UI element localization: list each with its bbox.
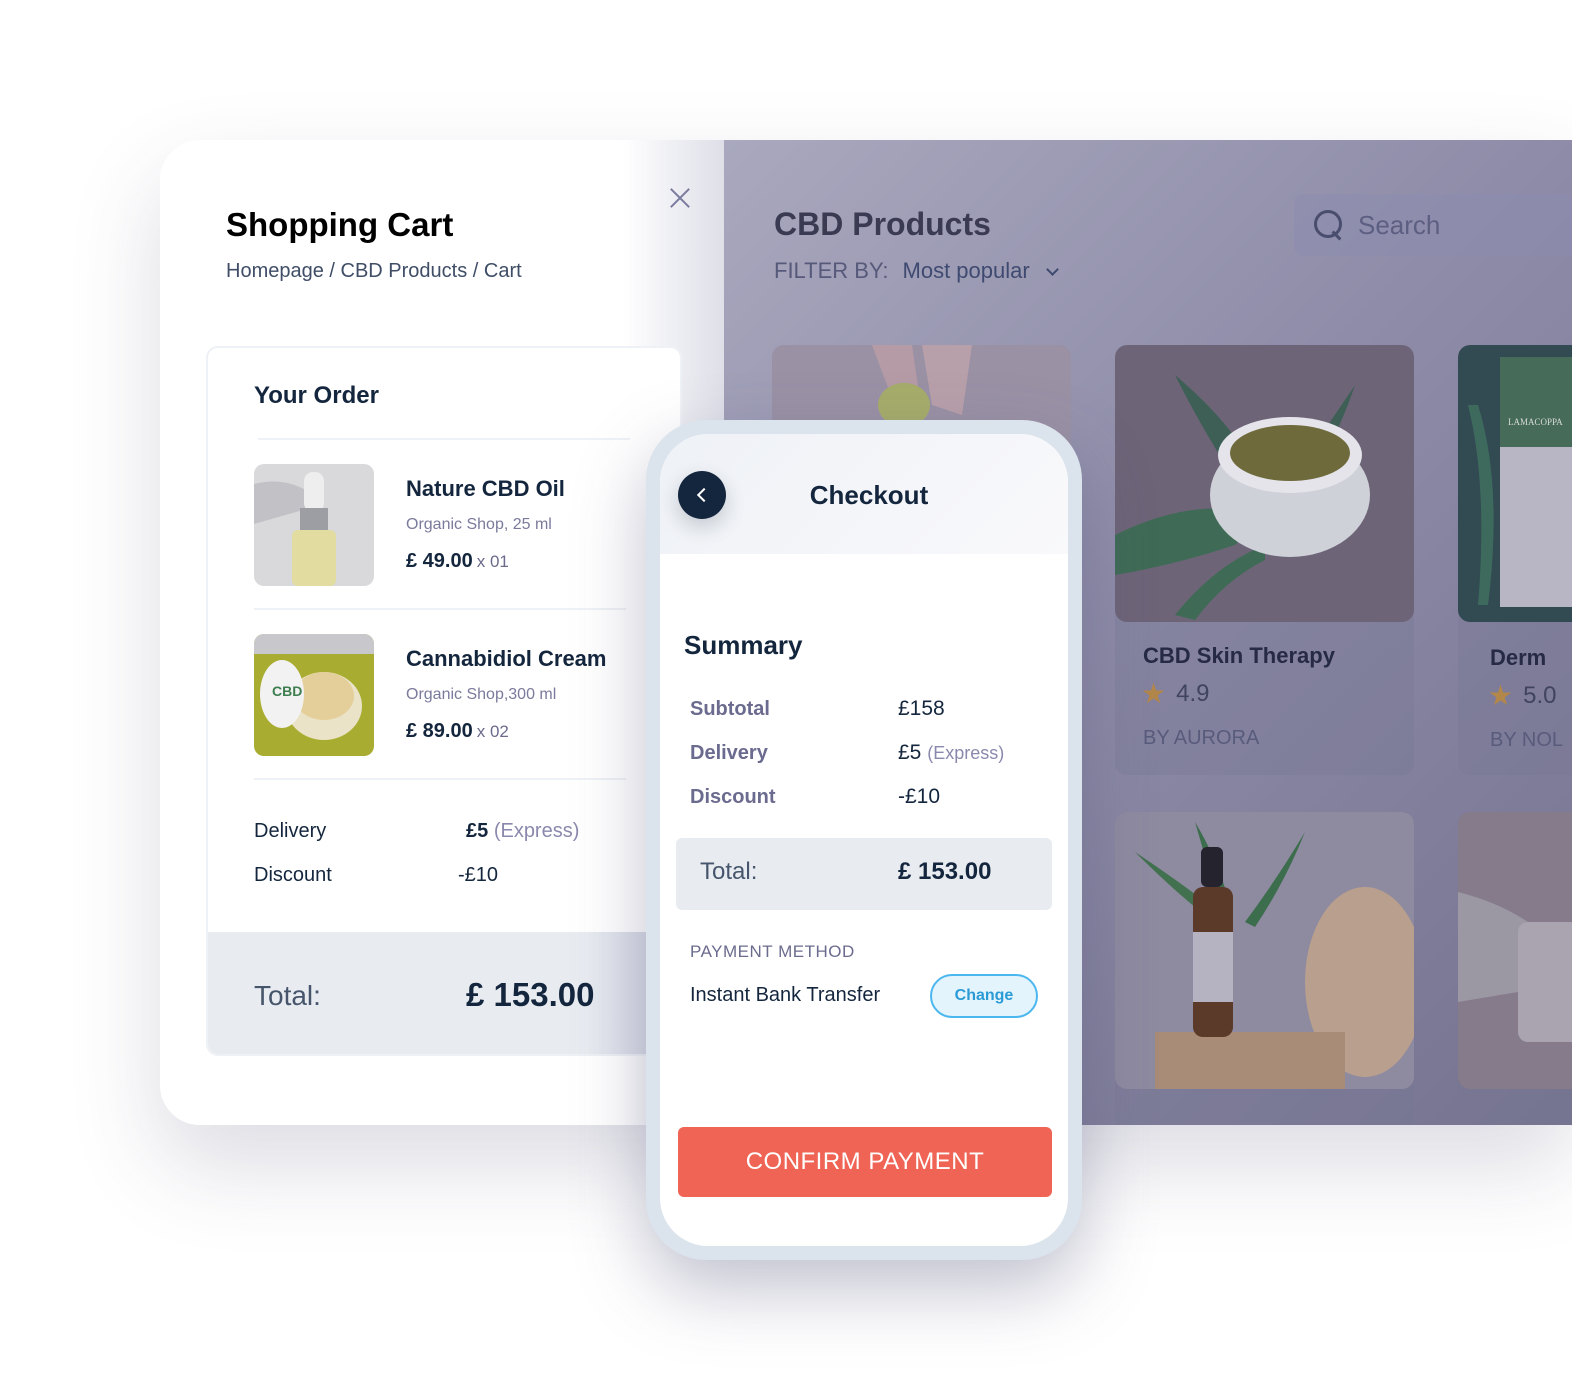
rating-value: 4.9 <box>1176 680 1210 707</box>
total-value: £ 153.00 <box>898 858 992 885</box>
discount-value: -£10 <box>898 785 941 808</box>
total-label: Total: <box>254 980 321 1011</box>
close-icon[interactable] <box>668 186 692 210</box>
delivery-label: Delivery <box>690 742 768 764</box>
summary-title: Summary <box>684 630 803 660</box>
delivery-label: Delivery <box>254 820 327 842</box>
discount-label: Discount <box>254 864 332 886</box>
delivery-note: (Express) <box>493 820 580 842</box>
divider <box>254 778 626 780</box>
product-brand: BY NOL <box>1490 729 1563 751</box>
product-card[interactable]: CBD Skin Therapy ★ 4.9 BY AURORA <box>1115 345 1414 775</box>
breadcrumb[interactable]: Homepage / CBD Products / Cart <box>226 260 522 283</box>
shop-title: CBD Products <box>774 206 991 242</box>
product-brand: BY AURORA <box>1143 727 1260 749</box>
discount-label: Discount <box>690 786 776 808</box>
product-rating: ★ 4.9 <box>1141 680 1209 708</box>
item-shop: Organic Shop,300 ml <box>406 686 557 703</box>
product-card[interactable]: LAMACOPPA Derm ★ 5.0 BY NOL <box>1458 345 1572 775</box>
delivery-amount: £5 <box>466 820 489 842</box>
total-band: Total: £ 153.00 <box>208 932 680 1054</box>
search-icon <box>1314 210 1344 240</box>
product-rating: ★ 5.0 <box>1488 682 1556 710</box>
checkout-screen: Checkout Summary Subtotal £158 Delivery … <box>660 434 1068 1246</box>
total-label: Total: <box>700 858 758 885</box>
item-shop: Organic Shop, 25 ml <box>406 516 552 533</box>
order-summary-card: Your Order Nature CBD Oil Organic Shop, … <box>206 346 682 1056</box>
product-image-cbd-jar <box>1458 812 1572 1089</box>
item-price: £ 49.00 x 01 <box>406 550 509 573</box>
cart-item[interactable]: Nature CBD Oil Organic Shop, 25 ml £ 49.… <box>254 464 674 586</box>
star-icon: ★ <box>1141 678 1167 709</box>
item-name: Cannabidiol Cream <box>406 646 607 671</box>
svg-text:LAMACOPPA: LAMACOPPA <box>1508 417 1563 427</box>
product-image-premium-oil <box>1115 812 1414 1089</box>
chevron-down-icon[interactable] <box>1045 262 1059 276</box>
product-card[interactable] <box>1458 812 1572 1125</box>
confirm-payment-button[interactable]: CONFIRM PAYMENT <box>678 1127 1052 1197</box>
checkout-phone: Checkout Summary Subtotal £158 Delivery … <box>646 420 1082 1260</box>
cart-title: Shopping Cart <box>226 206 454 243</box>
payment-method-label: PAYMENT METHOD <box>690 942 855 961</box>
shopping-cart-panel: Shopping Cart Homepage / CBD Products / … <box>160 140 724 1125</box>
subtotal-value: £158 <box>898 697 945 720</box>
product-thumbnail-cbd-cream: CBD <box>254 634 374 756</box>
filter-label: FILTER BY: <box>774 258 889 283</box>
product-card[interactable] <box>1115 812 1414 1125</box>
order-title: Your Order <box>254 382 379 409</box>
item-price-value: £ 89.00 <box>406 720 473 742</box>
subtotal-label: Subtotal <box>690 698 770 720</box>
product-image-skin-therapy <box>1115 345 1414 622</box>
search-input[interactable] <box>1358 209 1558 241</box>
product-name: Derm <box>1490 645 1547 670</box>
item-price-value: £ 49.00 <box>406 550 473 572</box>
divider <box>258 438 630 440</box>
divider <box>254 608 626 610</box>
star-icon: ★ <box>1488 680 1514 711</box>
item-qty: x 02 <box>476 722 509 741</box>
delivery-value: £5 (Express) <box>898 741 1004 765</box>
svg-text:CBD: CBD <box>272 683 302 699</box>
payment-method-value: Instant Bank Transfer <box>690 984 881 1006</box>
delivery-amount: £5 <box>898 741 922 764</box>
cart-item[interactable]: CBD Cannabidiol Cream Organic Shop,300 m… <box>254 634 674 756</box>
search-box[interactable] <box>1294 194 1572 256</box>
rating-value: 5.0 <box>1523 682 1557 709</box>
filter-bar: FILTER BY: Most popular <box>774 258 1059 284</box>
delivery-note: (Express) <box>927 743 1005 763</box>
filter-dropdown[interactable]: Most popular <box>903 258 1030 284</box>
discount-value: -£10 <box>458 864 499 886</box>
product-thumbnail-cbd-oil <box>254 464 374 586</box>
item-qty: x 01 <box>476 552 509 571</box>
checkout-header: Checkout <box>660 434 1068 554</box>
product-name: CBD Skin Therapy <box>1143 643 1335 668</box>
total-value: £ 153.00 <box>466 976 595 1013</box>
checkout-title: Checkout <box>809 480 929 510</box>
item-name: Nature CBD Oil <box>406 476 565 501</box>
change-payment-button[interactable]: Change <box>930 974 1038 1018</box>
delivery-value: £5 (Express) <box>466 820 579 843</box>
product-image-hemp-extract: LAMACOPPA <box>1458 345 1572 622</box>
item-price: £ 89.00 x 02 <box>406 720 509 743</box>
checkout-total-band: Total: £ 153.00 <box>676 838 1052 910</box>
